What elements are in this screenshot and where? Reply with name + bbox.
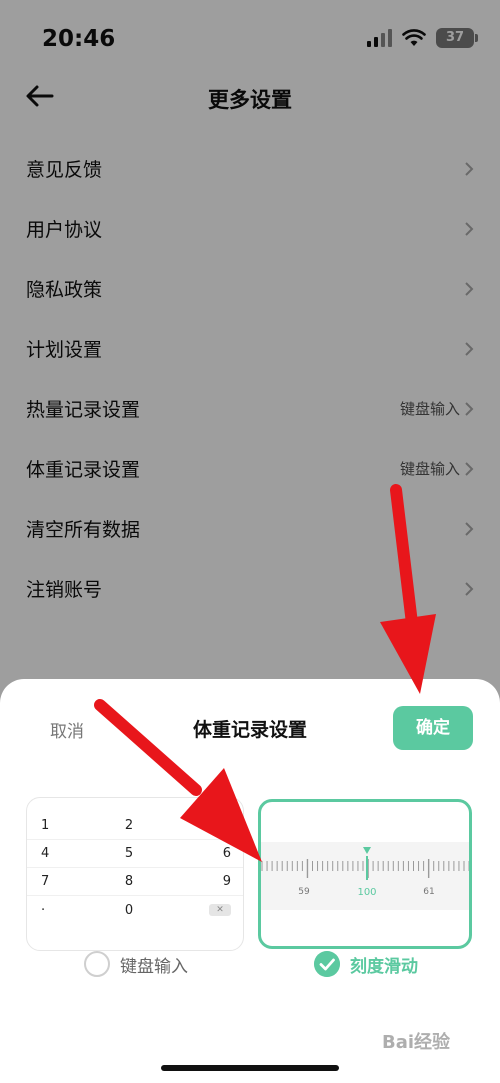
keypad-key: 2 xyxy=(124,818,134,833)
keypad-key: 6 xyxy=(222,846,232,861)
ruler-scale: 59 100 61 xyxy=(261,847,469,898)
radio-unchecked-icon[interactable] xyxy=(84,951,110,977)
keypad-key: 9 xyxy=(222,874,232,889)
option-label: 键盘输入 xyxy=(120,956,188,977)
home-indicator[interactable] xyxy=(161,1065,339,1071)
bottom-sheet: 取消 体重记录设置 确定 1 2 3 4 5 6 7 8 9 · 0 ✕ 59 … xyxy=(0,679,500,1083)
ruler-label: 59 xyxy=(298,887,310,897)
keyboard-input-card[interactable]: 1 2 3 4 5 6 7 8 9 · 0 ✕ xyxy=(26,797,244,951)
keypad-key: 1 xyxy=(41,818,50,833)
keypad-key: 5 xyxy=(124,846,134,861)
delete-key-icon: ✕ xyxy=(209,904,232,916)
keypad-key: 7 xyxy=(41,874,50,889)
option-ruler-slide[interactable]: 刻度滑动 xyxy=(314,951,418,977)
radio-checked-icon[interactable] xyxy=(314,951,340,977)
option-keyboard-input[interactable]: 键盘输入 xyxy=(84,951,188,977)
option-label: 刻度滑动 xyxy=(350,956,418,977)
keypad-key: 4 xyxy=(41,846,50,861)
screen: 20:46 37 更多设置 意见反馈 用户协议 隐私政策 计划设置 热量记录设置… xyxy=(0,0,500,1083)
keypad-key: 3 xyxy=(222,818,232,833)
ruler-pointer-icon xyxy=(363,847,371,854)
keypad-preview: 1 2 3 4 5 6 7 8 9 · 0 ✕ xyxy=(27,812,243,924)
ruler-label: 100 xyxy=(357,887,376,898)
keypad-key: 0 xyxy=(124,902,134,918)
ruler-label: 61 xyxy=(423,887,434,897)
keypad-key: · xyxy=(41,902,46,918)
watermark: Bai经验 xyxy=(382,1032,451,1053)
confirm-button[interactable]: 确定 xyxy=(393,706,473,750)
ruler-slide-card[interactable]: 59 100 61 xyxy=(258,799,472,949)
keypad-key: 8 xyxy=(124,874,134,889)
